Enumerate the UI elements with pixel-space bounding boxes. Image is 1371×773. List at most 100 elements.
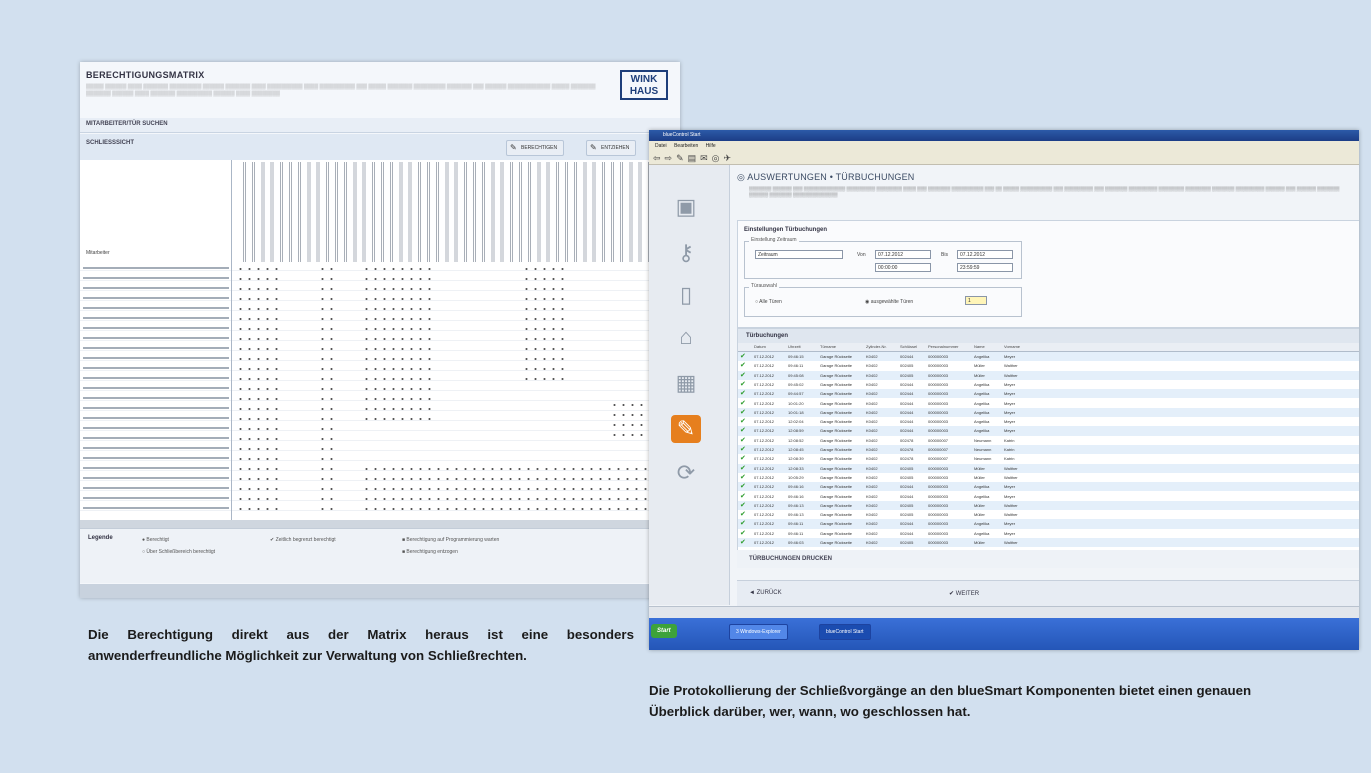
winkhaus-logo: WINK HAUS [620, 70, 668, 100]
table-cell: K0402 [866, 502, 878, 508]
table-row[interactable]: ✔ 07.12.2012 12:08:59 Garage Rückseite K0402… [738, 426, 1359, 436]
sync-icon[interactable]: ⟳ [671, 459, 701, 487]
table-row[interactable]: ✔ 07.12.2012 09:46:11 Garage Rückseite K0402… [738, 519, 1359, 529]
table-row[interactable]: ✔ 07.12.2012 09:46:15 Garage Rückseite K0402… [738, 352, 1359, 362]
table-row[interactable]: ✔ 07.12.2012 09:46:13 Garage Rückseite K0402… [738, 510, 1359, 519]
next-button[interactable]: ✔ WEITER [949, 590, 979, 597]
table-cell: K0402 [866, 465, 878, 471]
table-row[interactable]: ✔ 07.12.2012 10:01:20 Garage Rückseite K0402… [738, 399, 1359, 408]
table-cell: 10:01:20 [788, 400, 804, 406]
permission-dots-5[interactable] [362, 464, 662, 514]
table-row[interactable]: ✔ 07.12.2012 09:46:16 Garage Rückseite K0402… [738, 482, 1359, 492]
horizontal-scrollbar[interactable] [80, 520, 680, 528]
table-cell: 000000003 [928, 381, 949, 387]
table-cell: 09:46:11 [788, 521, 804, 527]
table-title: Türbuchungen [738, 329, 1359, 343]
table-cell: 07.12.2012 [754, 437, 775, 443]
key-icon[interactable]: ⚷ [671, 239, 701, 267]
table-row[interactable]: ✔ 07.12.2012 12:08:52 Garage Rückseite K0402… [738, 436, 1359, 445]
table-cell: Meyer [1004, 400, 1016, 406]
table-row[interactable]: ✔ 07.12.2012 10:05:29 Garage Rückseite K0402… [738, 473, 1359, 482]
col-personnel-no[interactable]: Personalnummer [928, 344, 958, 349]
table-row[interactable]: ✔ 07.12.2012 09:46:11 Garage Rückseite K0402… [738, 361, 1359, 370]
search-section-bar[interactable]: MITARBEITER/TÜR SUCHEN [80, 118, 680, 133]
check-icon: ✔ [740, 511, 746, 519]
check-icon: ✔ [740, 399, 746, 407]
table-cell: 002405 [900, 372, 914, 378]
all-doors-option[interactable]: ○ Alle Türen [755, 299, 782, 305]
back-button[interactable]: ◄ ZURÜCK [749, 590, 782, 596]
col-cylinder[interactable]: Zylinder-Nr. [866, 344, 887, 349]
table-cell: K0402 [866, 381, 878, 387]
revoke-button[interactable]: ENTZIEHEN [586, 140, 637, 156]
from-date-field[interactable]: 07.12.2012 [875, 250, 931, 259]
row-header-label: Mitarbeiter [86, 250, 110, 256]
check-icon: ✔ [740, 539, 746, 546]
matrix-footer [80, 584, 680, 598]
door-icon[interactable]: ▯ [671, 281, 701, 309]
permission-dots-4[interactable] [522, 264, 568, 384]
col-firstname[interactable]: Vorname [1004, 344, 1020, 349]
table-cell: Garage Rückseite [820, 493, 853, 499]
table-cell: K0402 [866, 354, 878, 359]
selected-doors-count[interactable]: 1 [965, 296, 987, 305]
period-select[interactable]: Zeitraum [755, 250, 843, 259]
col-door[interactable]: Türname [820, 344, 836, 349]
table-row[interactable]: ✔ 07.12.2012 12:08:45 Garage Rückseite K0402… [738, 445, 1359, 455]
table-row[interactable]: ✔ 07.12.2012 09:46:16 Garage Rückseite K0402… [738, 492, 1359, 501]
table-cell: Angelika [974, 391, 990, 397]
table-body: ✔ 07.12.2012 09:46:15 Garage Rückseite K0402… [738, 352, 1359, 551]
taskbar-explorer[interactable]: 3 Windows-Explorer [729, 624, 788, 640]
grant-button[interactable]: BERECHTIGEN [506, 140, 565, 156]
table-cell: 002405 [900, 474, 914, 480]
selected-doors-option[interactable]: ◉ ausgewählte Türen [865, 299, 913, 305]
table-row[interactable]: ✔ 07.12.2012 09:45:08 Garage Rückseite K0402… [738, 370, 1359, 380]
table-row[interactable]: ✔ 07.12.2012 12:08:39 Garage Rückseite K0402… [738, 454, 1359, 463]
table-cell: 000000003 [928, 493, 949, 499]
lock-icon[interactable]: ⌂ [671, 323, 701, 351]
taskbar-bluecontrol[interactable]: blueControl Start [819, 624, 871, 640]
col-key[interactable]: Schlüssel [900, 344, 917, 349]
col-name[interactable]: Name [974, 344, 985, 349]
reports-icon[interactable]: ▦ [671, 369, 701, 397]
col-time[interactable]: Uhrzeit [788, 344, 801, 349]
users-icon[interactable]: ▣ [671, 193, 701, 221]
permission-dots-2[interactable] [318, 264, 338, 514]
from-time-field[interactable]: 00:00:00 [875, 263, 931, 272]
check-icon: ✔ [740, 464, 746, 472]
table-row[interactable]: ✔ 07.12.2012 09:46:11 Garage Rückseite K0402… [738, 529, 1359, 538]
table-cell: Meyer [1004, 381, 1016, 387]
to-date-field[interactable]: 07.12.2012 [957, 250, 1013, 259]
from-label: Von [857, 252, 866, 258]
permission-matrix[interactable]: Mitarbeiter [80, 160, 680, 520]
table-row[interactable]: ✔ 07.12.2012 12:08:33 Garage Rückseite K0402… [738, 463, 1359, 473]
evaluation-screenshot: blueControl Start Datei Bearbeiten Hilfe… [649, 130, 1359, 650]
table-row[interactable]: ✔ 07.12.2012 10:01:18 Garage Rückseite K0402… [738, 407, 1359, 418]
table-cell: Angelika [974, 428, 990, 434]
table-cell: 000000003 [928, 354, 949, 359]
print-bookings-button[interactable]: TÜRBUCHUNGEN DRUCKEN [737, 550, 1359, 568]
settings-panel: Einstellungen Türbuchungen Einstellung Z… [737, 220, 1359, 328]
table-cell: 07.12.2012 [754, 456, 775, 462]
table-cell: 000000007 [928, 456, 949, 462]
col-date[interactable]: Datum [754, 344, 766, 349]
table-row[interactable]: ✔ 07.12.2012 12:02:04 Garage Rückseite K0402… [738, 417, 1359, 426]
table-row[interactable]: ✔ 07.12.2012 09:45:02 Garage Rückseite K0402… [738, 380, 1359, 389]
table-cell: Garage Rückseite [820, 391, 853, 397]
start-button[interactable]: Start [651, 624, 677, 638]
table-row[interactable]: ✔ 07.12.2012 09:44:57 Garage Rückseite K0402… [738, 389, 1359, 399]
table-row[interactable]: ✔ 07.12.2012 09:46:03 Garage Rückseite K0402… [738, 538, 1359, 548]
bookings-table: Türbuchungen Datum Uhrzeit Türname Zylin… [737, 328, 1359, 552]
permission-dots-1[interactable] [236, 264, 281, 514]
legend-item: ■ Berechtigung entzogen [402, 549, 458, 555]
menu-edit[interactable]: Bearbeiten [674, 143, 698, 149]
table-cell: 07.12.2012 [754, 381, 775, 387]
menu-file[interactable]: Datei [655, 143, 667, 149]
table-cell: Garage Rückseite [820, 381, 853, 387]
table-row[interactable]: ✔ 07.12.2012 09:46:13 Garage Rückseite K0402… [738, 500, 1359, 511]
to-time-field[interactable]: 23:59:59 [957, 263, 1013, 272]
evaluation-icon[interactable]: ✎ [671, 415, 701, 443]
permission-dots-3[interactable] [362, 264, 434, 424]
toolbar[interactable]: ⇦⇨✎▤✉◎✈ [649, 151, 1359, 165]
menu-help[interactable]: Hilfe [706, 143, 716, 149]
